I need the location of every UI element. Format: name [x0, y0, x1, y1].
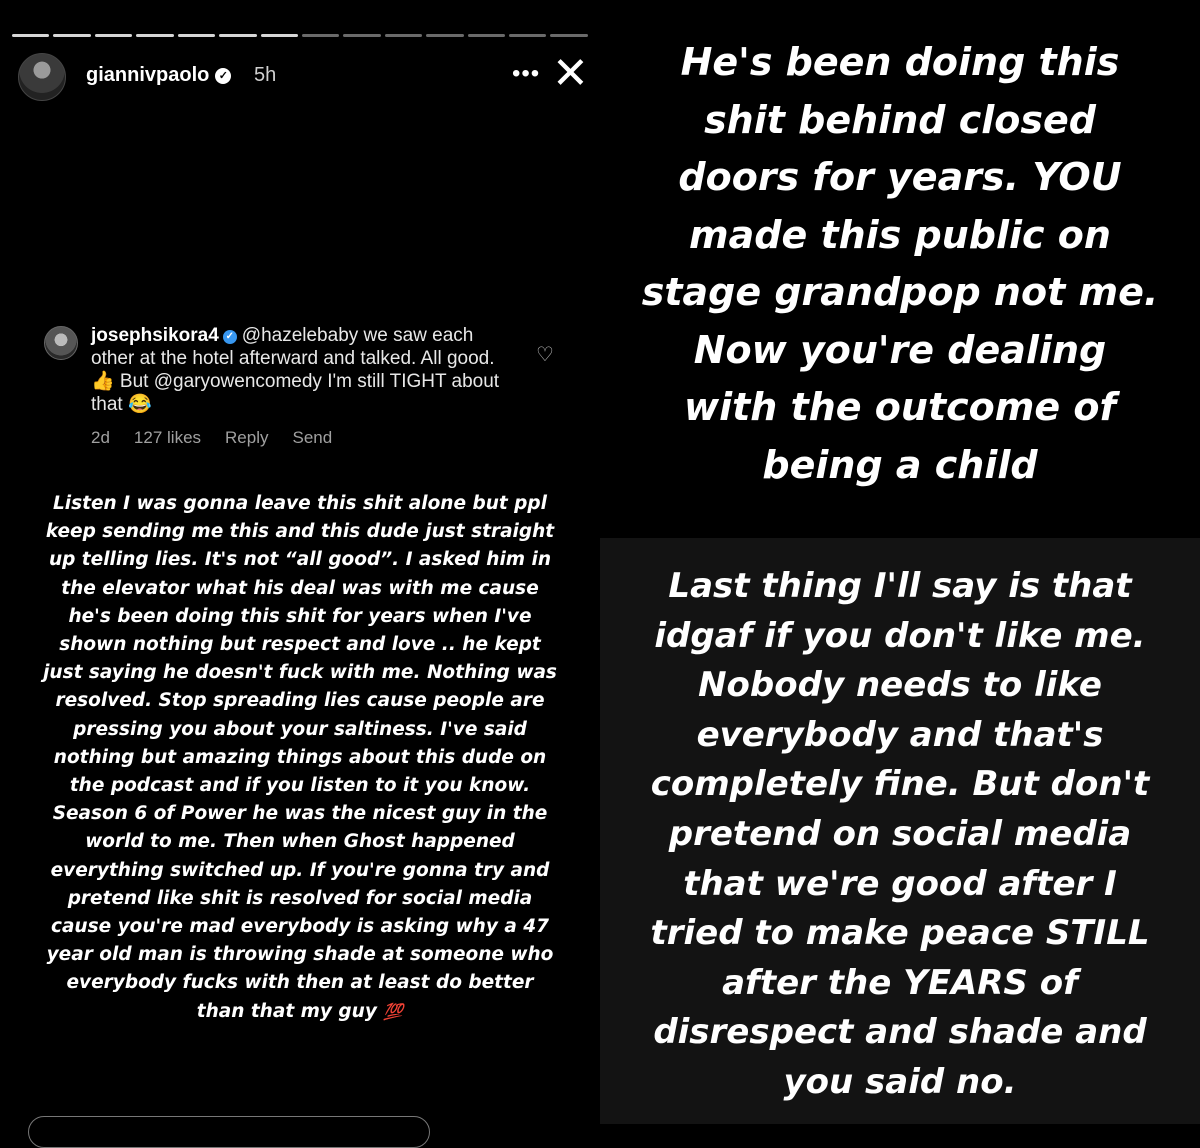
progress-segment: [53, 34, 91, 37]
comment-age: 2d: [91, 428, 110, 447]
statement-line: with the outcome of: [684, 385, 1116, 429]
statement-line: Nobody needs to like: [698, 665, 1102, 706]
progress-segment: [136, 34, 174, 37]
send-link[interactable]: Send: [293, 428, 333, 448]
progress-segment: [12, 34, 50, 37]
comment-avatar[interactable]: [44, 326, 78, 360]
comment-verified-icon: ✓: [222, 330, 237, 344]
text-panel-bottom: Last thing I'll say is that idgaf if you …: [600, 538, 1200, 1124]
reply-input[interactable]: [28, 1116, 430, 1148]
profile-avatar[interactable]: [18, 53, 66, 101]
comment-likes[interactable]: 127 likes: [134, 428, 201, 448]
bottom-statement: Last thing I'll say is that idgaf if you …: [600, 562, 1200, 1108]
progress-segment: [177, 34, 216, 37]
progress-segment: [219, 34, 257, 37]
statement-line: disrespect and shade and: [653, 1012, 1147, 1053]
statement-line: Now you're dealing: [693, 327, 1107, 372]
story-header: giannivpaolo ✓ 5h ••• ✕: [18, 50, 589, 101]
story-username[interactable]: giannivpaolo ✓: [86, 64, 232, 87]
statement-line: tried to make peace STILL: [650, 913, 1150, 954]
story-time: 5h: [254, 64, 277, 86]
statement-line: He's been doing this: [680, 40, 1120, 84]
statement-line: completely fine. But don't: [650, 764, 1150, 805]
statement-line: you said no.: [783, 1061, 1017, 1102]
progress-segment: [94, 34, 133, 37]
progress-segment: [550, 34, 588, 37]
statement-line: that we're good after I: [683, 863, 1117, 904]
hundred-emoji-icon: 💯: [383, 1001, 404, 1021]
statement-line: everybody and that's: [696, 714, 1104, 755]
statement-line: pretend on social media: [668, 813, 1132, 854]
top-statement: He's been doing this shit behind closed do…: [600, 34, 1200, 494]
progress-segment: [467, 34, 506, 37]
text-panel-top: He's been doing this shit behind closed do…: [600, 0, 1200, 538]
progress-segment: [509, 34, 547, 37]
story-progress-bar: [12, 34, 588, 37]
statement-line: stage grandpop not me.: [641, 270, 1159, 314]
statement-line: being a child: [762, 442, 1038, 487]
story-username-text: giannivpaolo: [86, 64, 210, 86]
comment-username[interactable]: josephsikora4: [91, 325, 219, 346]
verified-badge-icon: ✓: [215, 68, 232, 84]
reply-link[interactable]: Reply: [225, 428, 268, 448]
statement-line: idgaf if you don't like me.: [654, 615, 1146, 656]
statement-line: shit behind closed: [704, 97, 1096, 142]
like-heart-icon[interactable]: ♡: [536, 342, 554, 367]
statement-line: doors for years. YOU: [678, 155, 1122, 199]
progress-segment: [426, 34, 464, 37]
progress-segment: [260, 34, 298, 37]
comment-meta: 2d 127 likes Reply Send: [91, 428, 332, 448]
progress-segment: [384, 34, 423, 37]
story-caption-text: Listen I was gonna leave this shit alone…: [43, 493, 557, 1022]
statement-line: after the YEARS of: [722, 962, 1078, 1003]
statement-line: Last thing I'll say is that: [668, 566, 1132, 606]
comment-body: josephsikora4 ✓ @hazelebaby we saw each ot…: [91, 324, 521, 416]
more-options-icon[interactable]: •••: [512, 60, 540, 88]
story-screenshot: giannivpaolo ✓ 5h ••• ✕ josephsikora4 ✓ @ha…: [0, 0, 600, 1148]
progress-segment: [343, 34, 381, 37]
close-icon[interactable]: ✕: [552, 50, 589, 98]
statement-line: made this public on: [689, 212, 1111, 257]
progress-segment: [301, 34, 340, 37]
story-caption: Listen I was gonna leave this shit alone…: [40, 490, 560, 1026]
